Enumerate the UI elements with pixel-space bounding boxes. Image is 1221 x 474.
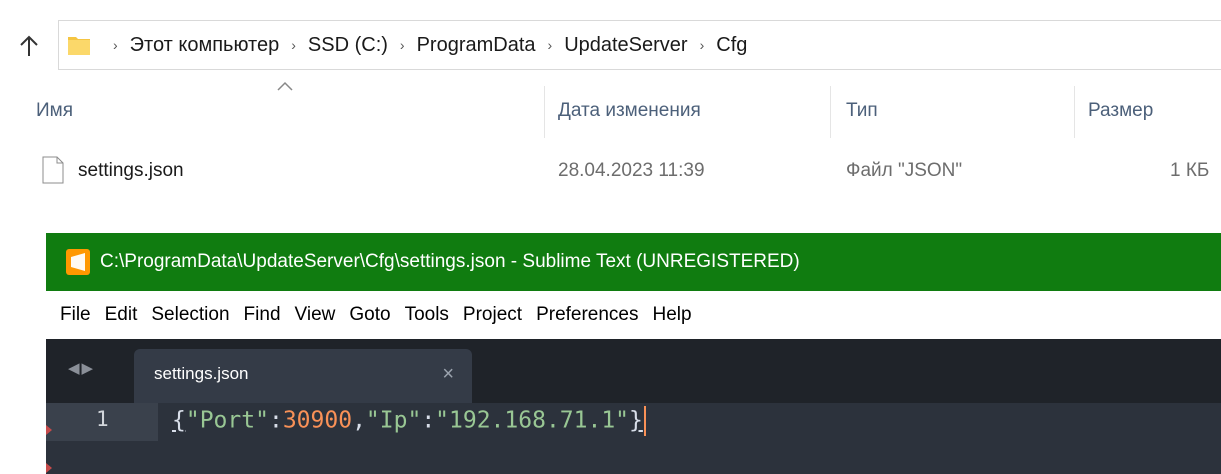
column-divider[interactable] [544,86,545,138]
file-type: Файл "JSON" [846,160,963,181]
code-editor[interactable]: 1 {"Port":30900,"Ip":"192.168.71.1"} [46,403,1221,474]
address-bar[interactable]: › Этот компьютер › SSD (C:) › ProgramDat… [58,20,1221,70]
gutter-marker-icon [46,425,52,435]
menu-help[interactable]: Help [646,291,699,339]
token-colon: : [268,407,283,434]
file-date: 28.04.2023 11:39 [558,160,705,181]
sort-ascending-icon [277,81,293,91]
file-size: 1 КБ [1170,160,1210,181]
breadcrumb-cfg[interactable]: Cfg [716,34,747,57]
column-header-date[interactable]: Дата изменения [558,100,701,122]
menu-bar: File Edit Selection Find View Goto Tools… [46,291,1221,339]
chevron-right-icon[interactable]: › [548,37,553,53]
token-colon: : [421,407,436,434]
active-line-gutter: 1 [46,403,158,441]
title-bar[interactable]: C:\ProgramData\UpdateServer\Cfg\settings… [46,233,1221,291]
token-key-port: "Port" [185,407,269,434]
sublime-text-window: C:\ProgramData\UpdateServer\Cfg\settings… [46,233,1221,474]
token-key-ip: "Ip" [365,407,422,434]
line-number: 1 [96,407,109,431]
menu-preferences[interactable]: Preferences [529,291,645,339]
column-divider[interactable] [830,86,831,138]
token-open-brace: { [172,407,186,434]
menu-selection[interactable]: Selection [144,291,236,339]
tab-settings-json[interactable]: settings.json × [134,349,472,403]
token-port-value: 30900 [282,407,353,434]
menu-project[interactable]: Project [456,291,529,339]
text-cursor [643,406,646,436]
column-header-name[interactable]: Имя [36,100,73,122]
chevron-right-icon[interactable]: › [291,37,296,53]
column-header-type[interactable]: Тип [846,100,878,122]
column-header-size[interactable]: Размер [1088,100,1153,122]
menu-file[interactable]: File [46,291,98,339]
folder-icon [68,37,90,55]
arrow-up-icon [20,35,38,56]
file-row[interactable]: settings.json 28.04.2023 11:39 Файл "JSO… [30,148,1221,194]
chevron-right-icon: › [113,37,118,53]
tab-navigation-arrows-icon[interactable]: ◀▶ [68,359,95,377]
file-explorer: › Этот компьютер › SSD (C:) › ProgramDat… [0,0,1221,220]
menu-goto[interactable]: Goto [342,291,397,339]
file-name: settings.json [78,160,184,181]
token-close-brace: } [629,407,643,434]
token-ip-value: "192.168.71.1" [435,407,630,434]
chevron-right-icon[interactable]: › [700,37,705,53]
menu-tools[interactable]: Tools [398,291,456,339]
menu-view[interactable]: View [288,291,343,339]
gutter-marker-icon [46,463,52,473]
up-button[interactable] [14,28,44,64]
code-line[interactable]: {"Port":30900,"Ip":"192.168.71.1"} [172,406,646,436]
breadcrumb-updateserver[interactable]: UpdateServer [564,34,687,57]
close-icon[interactable]: × [442,363,454,386]
file-icon [42,156,64,184]
breadcrumb-programdata[interactable]: ProgramData [417,34,536,57]
tab-label: settings.json [154,364,249,383]
breadcrumb-this-pc[interactable]: Этот компьютер [130,34,280,57]
sublime-logo-icon [66,249,90,275]
chevron-right-icon[interactable]: › [400,37,405,53]
menu-edit[interactable]: Edit [98,291,145,339]
breadcrumb-ssd[interactable]: SSD (C:) [308,34,388,57]
token-comma: , [352,407,366,434]
menu-find[interactable]: Find [237,291,288,339]
column-divider[interactable] [1074,86,1075,138]
tab-bar: ◀▶ settings.json × [46,339,1221,403]
window-title: C:\ProgramData\UpdateServer\Cfg\settings… [100,251,800,272]
